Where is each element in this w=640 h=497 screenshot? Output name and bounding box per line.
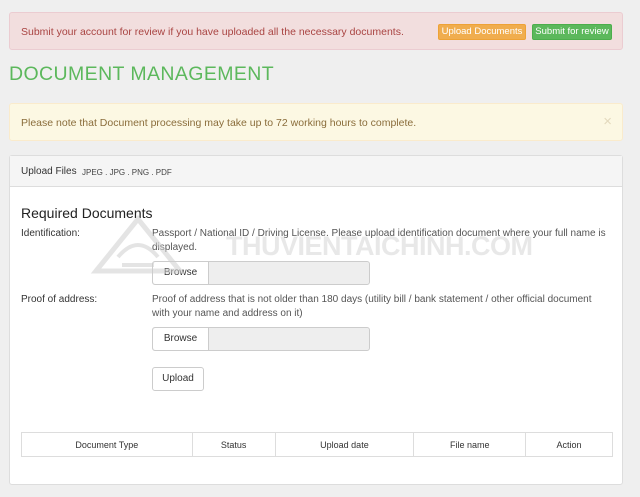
column-file-name: File name <box>413 432 527 457</box>
accepted-formats: JPEG . JPG . PNG . PDF <box>82 168 172 177</box>
upload-documents-button[interactable]: Upload Documents <box>438 24 526 40</box>
identification-label: Identification: <box>21 228 80 239</box>
column-document-type: Document Type <box>21 432 193 457</box>
upload-files-title: Upload Files <box>21 166 77 177</box>
required-documents-title: Required Documents <box>21 205 153 221</box>
processing-alert: Please note that Document processing may… <box>9 103 623 141</box>
processing-alert-message: Please note that Document processing may… <box>21 117 417 129</box>
identification-description: Passport / National ID / Driving License… <box>152 228 606 253</box>
proof-of-address-file-input[interactable]: Browse <box>152 327 370 351</box>
proof-of-address-label: Proof of address: <box>21 294 98 305</box>
column-status: Status <box>191 432 276 457</box>
column-action: Action <box>525 432 613 457</box>
close-icon[interactable]: × <box>603 113 612 130</box>
column-upload-date: Upload date <box>274 432 415 457</box>
proof-of-address-description: Proof of address that is not older than … <box>152 294 592 319</box>
identification-file-input[interactable]: Browse <box>152 261 370 285</box>
upload-panel-heading: Upload Files JPEG . JPG . PNG . PDF <box>10 156 622 187</box>
page-title: DOCUMENT MANAGEMENT <box>9 63 275 85</box>
documents-table: Document Type Status Upload date File na… <box>21 432 613 457</box>
review-alert-message: Submit your account for review if you ha… <box>21 26 404 38</box>
identification-browse-button[interactable]: Browse <box>153 262 209 284</box>
upload-button[interactable]: Upload <box>152 367 204 391</box>
submit-for-review-button[interactable]: Submit for review <box>532 24 612 40</box>
review-alert: Submit your account for review if you ha… <box>9 12 623 50</box>
proof-of-address-browse-button[interactable]: Browse <box>153 328 209 350</box>
upload-panel: Upload Files JPEG . JPG . PNG . PDF Requ… <box>9 155 623 485</box>
table-header-row: Document Type Status Upload date File na… <box>21 432 613 457</box>
